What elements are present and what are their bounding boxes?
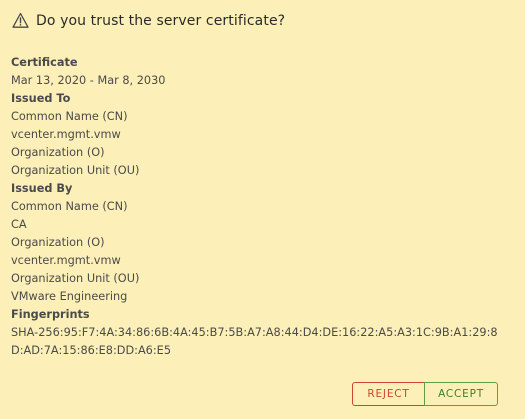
issued-by-heading: Issued By [11, 182, 73, 195]
certificate-heading: Certificate [11, 56, 78, 69]
dialog-header: Do you trust the server certificate? [12, 12, 285, 29]
warning-triangle-icon [12, 12, 29, 29]
certificate-trust-dialog: Do you trust the server certificate? Cer… [0, 0, 525, 419]
reject-button[interactable]: REJECT [352, 382, 425, 406]
issued-by-ou-value: VMware Engineering [11, 290, 128, 303]
dialog-title: Do you trust the server certificate? [36, 12, 286, 29]
issued-to-ou-label: Organization Unit (OU) [11, 164, 140, 177]
issued-by-cn-label: Common Name (CN) [11, 200, 128, 213]
fingerprints-heading: Fingerprints [11, 308, 90, 321]
issued-to-o-label: Organization (O) [11, 146, 105, 159]
certificate-details: Certificate Mar 13, 2020 - Mar 8, 2030 I… [11, 54, 516, 360]
issued-by-o-label: Organization (O) [11, 236, 105, 249]
issued-by-ou-label: Organization Unit (OU) [11, 272, 140, 285]
issued-to-cn-value: vcenter.mgmt.vmw [11, 128, 121, 141]
issued-by-o-value: vcenter.mgmt.vmw [11, 254, 121, 267]
issued-to-cn-label: Common Name (CN) [11, 110, 128, 123]
certificate-validity: Mar 13, 2020 - Mar 8, 2030 [11, 74, 166, 87]
issued-by-cn-value: CA [11, 218, 27, 231]
accept-button[interactable]: ACCEPT [424, 382, 498, 406]
dialog-actions: REJECT ACCEPT [352, 382, 498, 406]
sha256-fingerprint: SHA-256:95:F7:4A:34:86:6B:4A:45:B7:5B:A7… [11, 326, 498, 357]
issued-to-heading: Issued To [11, 92, 71, 105]
